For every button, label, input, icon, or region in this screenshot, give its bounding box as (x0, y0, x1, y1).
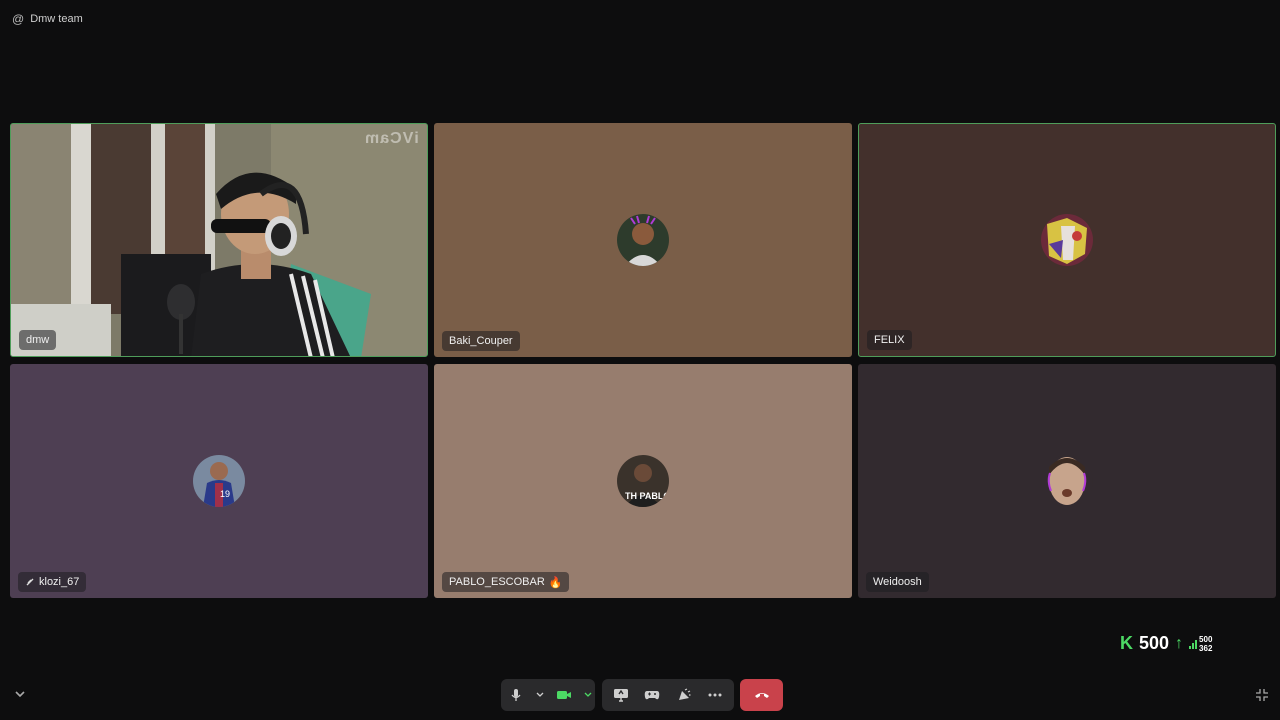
mic-camera-group (501, 679, 595, 711)
nameplate: Baki_Couper (442, 331, 520, 351)
nameplate: Weidoosh (866, 572, 929, 592)
stat-top: 500 (1199, 634, 1213, 644)
screen-share-button[interactable] (610, 682, 632, 708)
tile-klozi-67[interactable]: 19 klozi_67 (10, 364, 428, 598)
camera-feed (11, 124, 427, 356)
server-header: @ Dmw team (12, 10, 83, 28)
tile-baki-couper[interactable]: Baki_Couper (434, 123, 852, 357)
more-dots-icon (708, 693, 722, 697)
svg-text:TH PABLO: TH PABLO (625, 491, 669, 501)
participant-name: FELIX (874, 334, 905, 346)
nameplate: dmw (19, 330, 57, 350)
collapse-fullscreen-icon[interactable] (1255, 688, 1269, 707)
participant-name: klozi_67 (39, 576, 80, 588)
up-arrow-icon: ↑ (1175, 634, 1184, 652)
call-controls (0, 676, 1280, 716)
fps-counter: K 500 ↑ 500 362 (1120, 633, 1212, 654)
signal-icon (1189, 639, 1198, 649)
video-grid: iVCam dmw Baki_Couper FELIX 19 klozi_67 (10, 123, 1276, 599)
screen-share-icon (613, 689, 628, 702)
camera-button[interactable] (553, 682, 575, 708)
at-icon: @ (12, 12, 25, 26)
camera-options-button[interactable] (577, 682, 599, 708)
signal-stats: 500 362 (1189, 635, 1212, 653)
microphone-button[interactable] (505, 682, 527, 708)
chevron-down-icon (584, 692, 592, 697)
more-options-button[interactable] (704, 682, 726, 708)
nameplate: PABLO_ESCOBAR 🔥 (442, 572, 570, 592)
tile-pablo-escobar[interactable]: TH PABLO PABLO_ESCOBAR 🔥 (434, 364, 852, 598)
activities-group (602, 679, 734, 711)
activities-button[interactable] (641, 682, 663, 708)
nameplate: FELIX (867, 330, 912, 350)
avatar: TH PABLO (617, 455, 669, 507)
tile-felix[interactable]: FELIX (858, 123, 1276, 357)
stat-bottom: 362 (1199, 643, 1213, 653)
disconnect-button[interactable] (740, 679, 783, 711)
svg-text:19: 19 (220, 489, 230, 499)
mic-options-button[interactable] (529, 682, 551, 708)
ivcam-watermark: iVCam (364, 130, 419, 147)
chevron-down-icon (536, 692, 544, 697)
participant-name: PABLO_ESCOBAR (449, 576, 545, 588)
team-name: Dmw team (30, 13, 83, 25)
avatar (617, 214, 669, 266)
avatar: 19 (193, 455, 245, 507)
nameplate: klozi_67 (18, 572, 87, 592)
stat-value: 500 (1139, 633, 1170, 653)
tile-dmw[interactable]: iVCam dmw (10, 123, 428, 357)
soundboard-button[interactable] (673, 682, 695, 708)
tile-weidoosh[interactable]: Weidoosh (858, 364, 1276, 598)
participant-name: Baki_Couper (449, 335, 513, 347)
avatar (1041, 455, 1093, 507)
participant-name: dmw (26, 334, 50, 346)
gamepad-icon (645, 691, 660, 700)
muted-mic-icon (26, 578, 34, 586)
microphone-icon (511, 689, 521, 701)
hang-up-icon (754, 693, 769, 698)
participant-name: Weidoosh (873, 576, 922, 588)
avatar (1041, 214, 1093, 266)
fire-emoji: 🔥 (548, 576, 563, 589)
soundboard-icon (678, 688, 691, 700)
camera-icon (557, 691, 571, 699)
kick-logo: K (1120, 633, 1133, 653)
